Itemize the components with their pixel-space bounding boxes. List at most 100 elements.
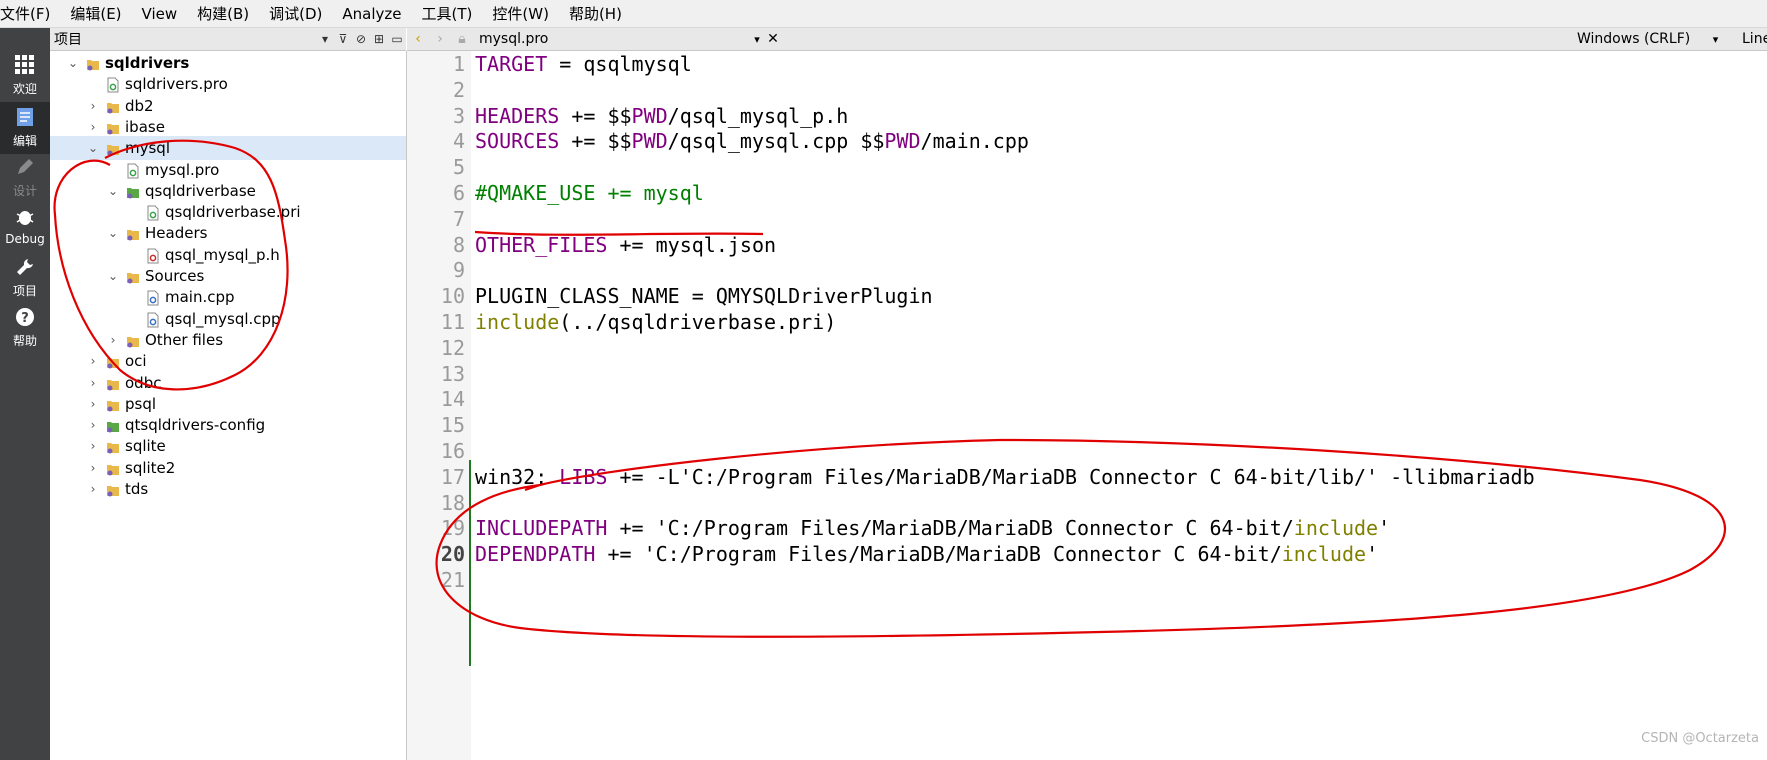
- code-token: include: [1293, 516, 1379, 541]
- code-token: PWD: [631, 129, 668, 154]
- mode-label: 设计: [12, 184, 37, 198]
- project-folder-icon: [106, 375, 120, 391]
- close-panel-icon[interactable]: ▭: [388, 32, 406, 46]
- grid-icon: [0, 54, 50, 78]
- code-editor[interactable]: TARGET = qsqlmysql HEADERS += $$PWD/qsql_…: [475, 51, 1767, 760]
- code-token: (../qsqldriverbase.pri): [559, 310, 837, 334]
- code-token: PLUGIN_CLASS_NAME = QMYSQLDriverPlugin: [475, 284, 933, 309]
- project-folder-icon: [106, 438, 120, 454]
- editor-toolbar: ‹ › 🔒︎ mysql.pro ▾ ✕ Windows (CRLF) ▾ Li…: [407, 28, 1767, 51]
- menu-item-3[interactable]: 构建(B): [187, 3, 259, 24]
- line-number: 15: [440, 413, 465, 438]
- code-line[interactable]: #QMAKE_USE += mysql: [475, 181, 704, 205]
- code-token: += mysql.json: [607, 232, 777, 257]
- code-token: += -L'C:/Program Files/MariaDB/MariaDB C…: [607, 464, 1535, 489]
- mode-编辑[interactable]: 编辑: [0, 102, 50, 154]
- wrench-icon: [0, 256, 50, 280]
- code-token: TARGET: [475, 52, 548, 76]
- line-number: 19: [440, 516, 465, 541]
- pri-folder-icon: [106, 417, 120, 433]
- back-icon[interactable]: ‹: [407, 31, 429, 47]
- code-line[interactable]: OTHER_FILES += mysql.json: [475, 233, 776, 257]
- project-folder-icon: [106, 140, 120, 156]
- mode-label: 帮助: [12, 334, 37, 348]
- line-number: 18: [440, 490, 465, 515]
- project-folder-icon: [86, 55, 100, 71]
- line-number: 5: [452, 155, 465, 180]
- mode-label: Debug: [5, 232, 45, 246]
- line-ending-label: Windows (CRLF): [1577, 31, 1691, 47]
- project-folder-icon: [106, 353, 120, 369]
- document-icon: [0, 106, 50, 130]
- code-line[interactable]: INCLUDEPATH += 'C:/Program Files/MariaDB…: [475, 516, 1390, 540]
- code-token: += $$: [559, 103, 632, 128]
- menu-item-4[interactable]: 调试(D): [259, 3, 332, 24]
- tree-item[interactable]: › tds: [50, 477, 406, 501]
- svg-text:?: ?: [21, 311, 29, 326]
- line-number: 20: [440, 542, 465, 567]
- code-token: PWD: [884, 129, 921, 154]
- code-token: += $$: [559, 129, 632, 154]
- code-line[interactable]: PLUGIN_CLASS_NAME = QMYSQLDriverPlugin: [475, 284, 933, 308]
- filter-icon[interactable]: ⊽: [334, 32, 352, 46]
- menu-item-8[interactable]: 帮助(H): [559, 3, 632, 24]
- mode-label: 欢迎: [12, 82, 37, 96]
- line-number: 14: [440, 387, 465, 412]
- code-token: /qsql_mysql.cpp $$: [667, 129, 885, 154]
- close-file-icon[interactable]: ✕: [765, 31, 781, 47]
- pri-file-icon: [146, 204, 160, 221]
- code-token: win32:: [475, 464, 560, 489]
- menu-item-0[interactable]: 文件(F): [0, 3, 60, 24]
- open-file-selector[interactable]: mysql.pro: [479, 31, 749, 47]
- code-line[interactable]: TARGET = qsqlmysql: [475, 52, 692, 76]
- menu-item-2[interactable]: View: [132, 5, 188, 23]
- line-number: 7: [452, 206, 465, 231]
- code-token: HEADERS: [475, 103, 560, 128]
- line-number: 3: [452, 103, 465, 128]
- mode-设计[interactable]: 设计: [0, 152, 50, 204]
- split-icon[interactable]: ⊞: [370, 32, 388, 46]
- code-line[interactable]: DEPENDPATH += 'C:/Program Files/MariaDB/…: [475, 542, 1378, 566]
- menu-item-7[interactable]: 控件(W): [482, 3, 559, 24]
- dropdown-arrow-icon[interactable]: ▾: [316, 32, 334, 46]
- code-line[interactable]: include(../qsqldriverbase.pri): [475, 310, 836, 334]
- mode-sidebar: 欢迎 编辑 设计 Debug 项目? 帮助: [0, 28, 50, 760]
- mode-欢迎[interactable]: 欢迎: [0, 50, 50, 102]
- mode-帮助[interactable]: ? 帮助: [0, 302, 50, 354]
- lock-icon: 🔒︎: [458, 31, 466, 47]
- line-ending-selector[interactable]: Windows (CRLF) ▾: [1577, 31, 1718, 47]
- link-icon[interactable]: ⊘: [352, 32, 370, 46]
- code-line[interactable]: SOURCES += $$PWD/qsql_mysql.cpp $$PWD/ma…: [475, 129, 1029, 153]
- pencil-icon: [0, 156, 50, 180]
- code-token: INCLUDEPATH: [475, 516, 608, 541]
- mode-Debug[interactable]: Debug: [0, 202, 50, 254]
- chevron-right-icon[interactable]: ›: [86, 477, 100, 501]
- help-icon: ?: [0, 306, 50, 330]
- project-folder-icon: [106, 460, 120, 476]
- cursor-position-label[interactable]: Line: [1742, 31, 1767, 47]
- file-dropdown-icon[interactable]: ▾: [749, 33, 765, 46]
- code-token: /qsql_mysql_p.h: [667, 103, 849, 128]
- mode-label: 编辑: [12, 134, 37, 148]
- watermark: CSDN @Octarzeta: [1641, 731, 1759, 746]
- menu-item-5[interactable]: Analyze: [332, 5, 411, 23]
- menu-item-6[interactable]: 工具(T): [412, 3, 483, 24]
- sources-folder-icon: [126, 268, 140, 284]
- code-line[interactable]: win32: LIBS += -L'C:/Program Files/Maria…: [475, 465, 1535, 489]
- line-number: 16: [440, 439, 465, 463]
- line-number: 1: [452, 52, 465, 76]
- code-token: ': [1378, 516, 1391, 541]
- line-number: 13: [440, 361, 465, 386]
- project-folder-icon: [106, 98, 120, 114]
- mode-label: 项目: [12, 284, 37, 298]
- code-token: include: [475, 310, 560, 334]
- line-number-gutter: 1 2 3 4 5 6 7 8 9 10 11 12 13 14 15 16 17 18 19 20 21: [407, 51, 471, 760]
- code-token: /main.cpp: [920, 129, 1029, 154]
- forward-icon[interactable]: ›: [429, 31, 451, 47]
- code-line[interactable]: HEADERS += $$PWD/qsql_mysql_p.h: [475, 104, 848, 128]
- mode-项目[interactable]: 项目: [0, 252, 50, 304]
- menu-item-1[interactable]: 编辑(E): [60, 3, 131, 24]
- code-token: SOURCES: [475, 129, 560, 154]
- line-number: 12: [440, 335, 465, 360]
- tree-item-label: tds: [125, 480, 149, 498]
